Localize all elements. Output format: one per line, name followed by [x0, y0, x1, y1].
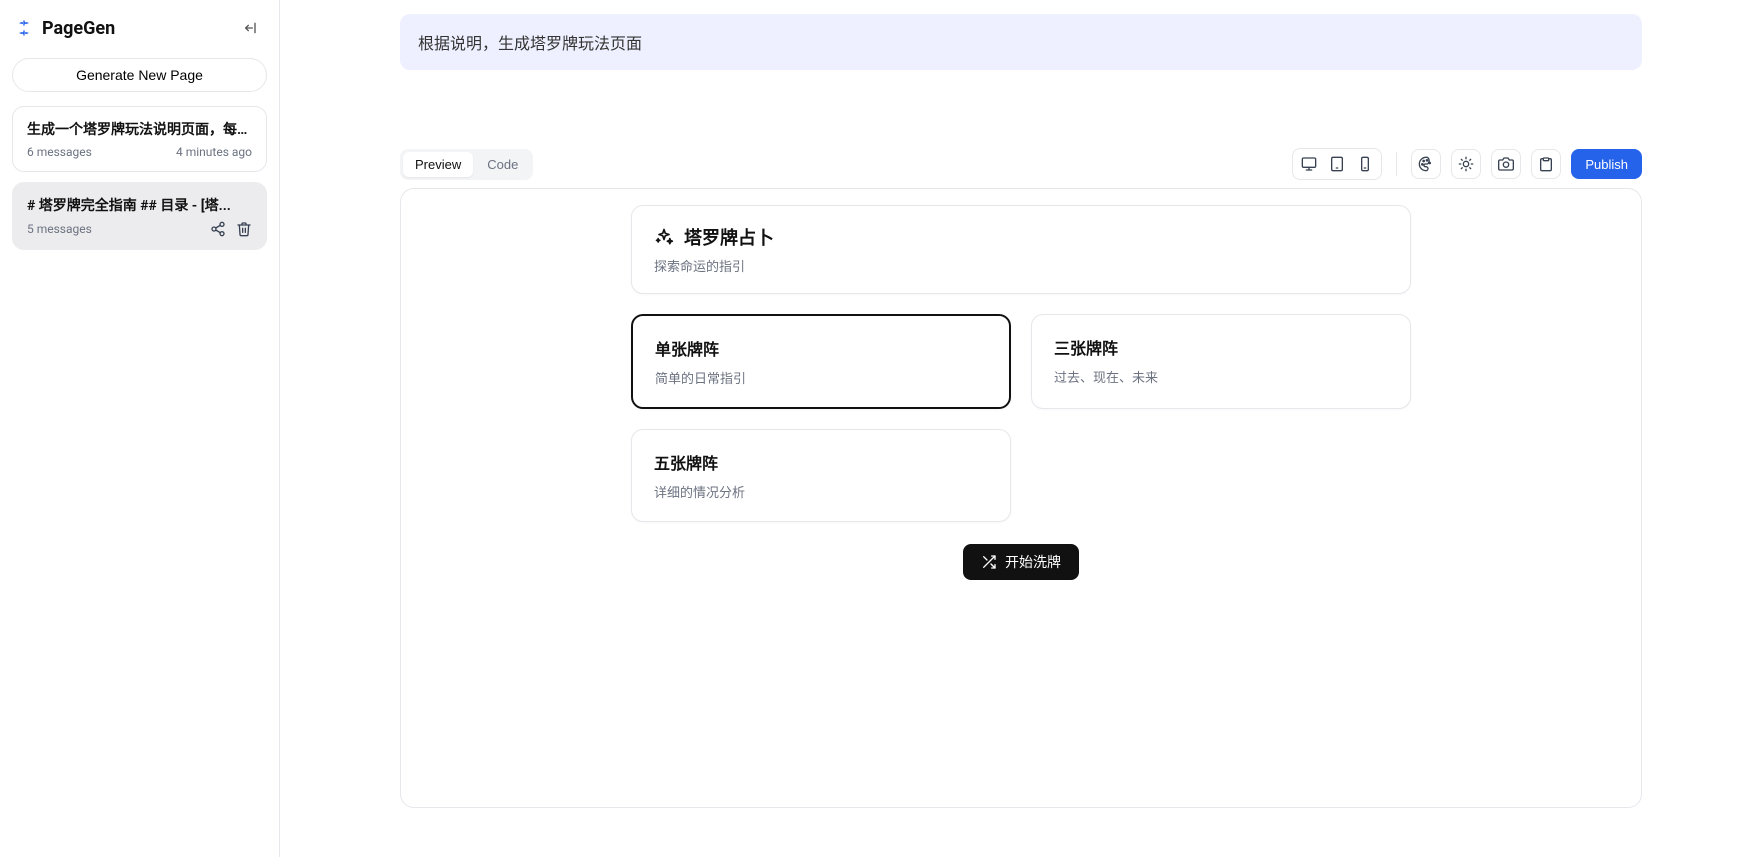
spread-card-title: 单张牌阵 — [655, 336, 987, 360]
viewport-tablet-button[interactable] — [1323, 151, 1351, 177]
hero-title-row: 塔罗牌占卜 — [654, 224, 1388, 250]
shuffle-button-label: 开始洗牌 — [1005, 552, 1061, 572]
tablet-icon — [1329, 156, 1345, 172]
trash-icon[interactable] — [236, 221, 252, 237]
shuffle-icon — [981, 554, 997, 570]
chat-item[interactable]: 生成一个塔罗牌玩法说明页面，每种玩法... 6 messages 4 minut… — [12, 106, 267, 172]
preview-canvas: 塔罗牌占卜 探索命运的指引 单张牌阵 简单的日常指引 三张牌阵 过去、现在、未来… — [400, 188, 1642, 808]
generate-new-page-button[interactable]: Generate New Page — [12, 58, 267, 92]
toolbar-divider — [1396, 152, 1397, 176]
view-tabs: Preview Code — [400, 149, 533, 180]
theme-mode-button[interactable] — [1451, 149, 1481, 179]
brand-name: PageGen — [42, 18, 115, 39]
hero-title: 塔罗牌占卜 — [684, 224, 774, 250]
spread-card-title: 三张牌阵 — [1054, 335, 1388, 359]
brand: PageGen — [14, 18, 115, 39]
tab-code[interactable]: Code — [475, 152, 530, 177]
publish-button[interactable]: Publish — [1571, 149, 1642, 179]
prompt-text: 根据说明，生成塔罗牌玩法页面 — [418, 34, 642, 53]
spread-card-five[interactable]: 五张牌阵 详细的情况分析 — [631, 429, 1011, 522]
share-icon[interactable] — [210, 221, 226, 237]
prompt-bar-wrap: 根据说明，生成塔罗牌玩法页面 — [280, 0, 1762, 70]
monitor-icon — [1301, 156, 1317, 172]
chat-item-messages: 6 messages — [27, 145, 92, 159]
viewport-group — [1292, 148, 1382, 180]
copy-button[interactable] — [1531, 149, 1561, 179]
chat-item-actions — [210, 221, 252, 237]
palette-icon — [1418, 156, 1434, 172]
sparkles-icon — [654, 227, 674, 247]
sidebar-collapse-button[interactable] — [237, 14, 265, 42]
chat-item-title: 生成一个塔罗牌玩法说明页面，每种玩法... — [27, 119, 252, 139]
screenshot-button[interactable] — [1491, 149, 1521, 179]
chat-item-title: # 塔罗牌完全指南 ## 目录 - [塔... — [27, 195, 252, 215]
chat-item-meta: 6 messages 4 minutes ago — [27, 145, 252, 159]
sun-icon — [1458, 156, 1474, 172]
spread-grid: 单张牌阵 简单的日常指引 三张牌阵 过去、现在、未来 五张牌阵 详细的情况分析 — [631, 314, 1411, 522]
spread-card-title: 五张牌阵 — [654, 450, 988, 474]
theme-palette-button[interactable] — [1411, 149, 1441, 179]
chat-item-time: 4 minutes ago — [176, 145, 252, 159]
prompt-bar: 根据说明，生成塔罗牌玩法页面 — [400, 14, 1642, 70]
chat-item-messages: 5 messages — [27, 222, 92, 236]
spread-card-three[interactable]: 三张牌阵 过去、现在、未来 — [1031, 314, 1411, 409]
canvas-wrap: 塔罗牌占卜 探索命运的指引 单张牌阵 简单的日常指引 三张牌阵 过去、现在、未来… — [280, 188, 1762, 857]
viewport-mobile-button[interactable] — [1351, 151, 1379, 177]
viewport-desktop-button[interactable] — [1295, 151, 1323, 177]
shuffle-row: 开始洗牌 — [631, 544, 1411, 580]
spread-card-subtitle: 详细的情况分析 — [654, 482, 988, 501]
spread-card-single[interactable]: 单张牌阵 简单的日常指引 — [631, 314, 1011, 409]
tab-preview[interactable]: Preview — [403, 152, 473, 177]
hero-subtitle: 探索命运的指引 — [654, 256, 1388, 275]
clipboard-icon — [1538, 156, 1554, 172]
panel-left-close-icon — [243, 20, 259, 36]
spread-card-subtitle: 过去、现在、未来 — [1054, 367, 1388, 386]
chat-item-meta: 5 messages — [27, 221, 252, 237]
main: 根据说明，生成塔罗牌玩法页面 Preview Code — [280, 0, 1762, 857]
camera-icon — [1498, 156, 1514, 172]
shuffle-button[interactable]: 开始洗牌 — [963, 544, 1079, 580]
sidebar-header: PageGen — [8, 12, 271, 48]
smartphone-icon — [1357, 156, 1373, 172]
sidebar: PageGen Generate New Page 生成一个塔罗牌玩法说明页面，… — [0, 0, 280, 857]
toolbar: Preview Code — [280, 148, 1762, 180]
spread-card-subtitle: 简单的日常指引 — [655, 368, 987, 387]
brand-logo-icon — [14, 18, 34, 38]
toolbar-right: Publish — [1292, 148, 1642, 180]
chat-list: 生成一个塔罗牌玩法说明页面，每种玩法... 6 messages 4 minut… — [8, 102, 271, 254]
hero-card: 塔罗牌占卜 探索命运的指引 — [631, 205, 1411, 294]
chat-item[interactable]: # 塔罗牌完全指南 ## 目录 - [塔... 5 messages — [12, 182, 267, 250]
